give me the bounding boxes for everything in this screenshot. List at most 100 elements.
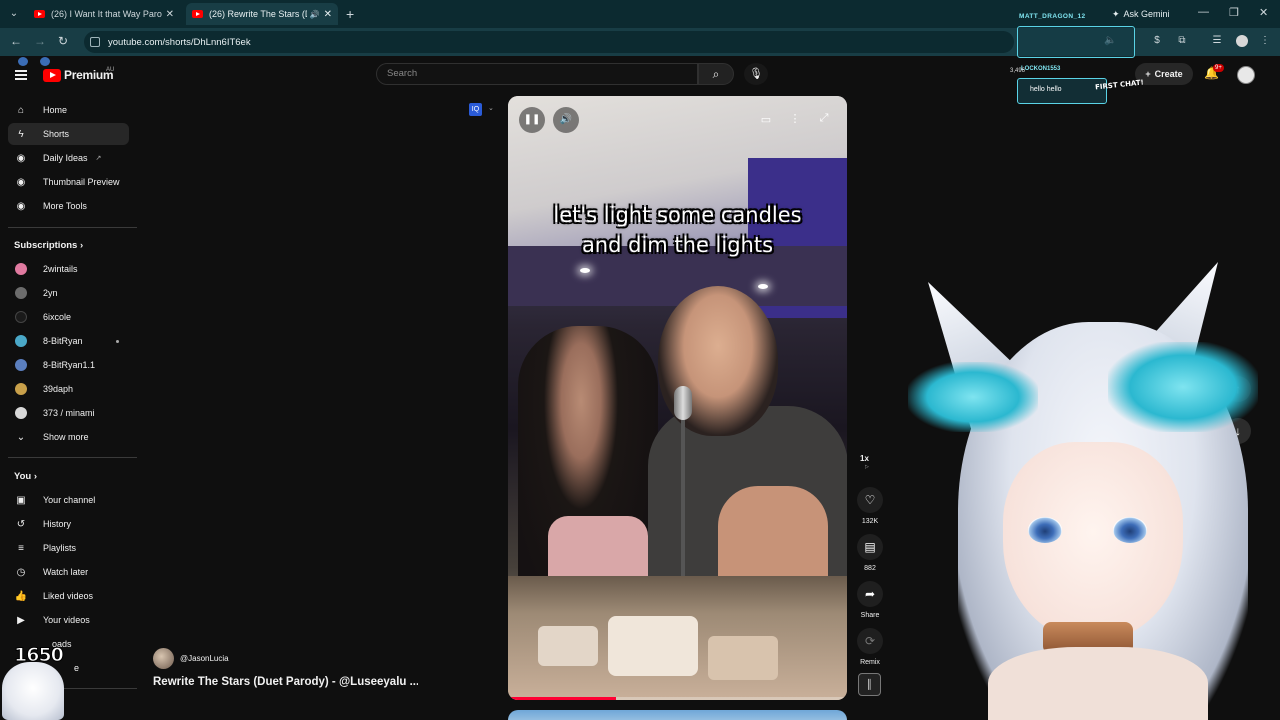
subscription-label: 8-BitRyan [43,336,83,346]
stream-chat-overlay: MATT_DRAGON_12 LOCKON1553 hello hello FI… [1015,8,1145,104]
captions-icon[interactable]: ▭ [758,113,774,126]
you-heading-label: You [14,471,32,482]
more-options-icon[interactable]: ⋮ [787,112,803,125]
chevron-down-icon[interactable]: ⌄ [488,104,494,112]
search-icon: ⌕ [712,67,720,81]
sidebar-item-thumbnail-preview[interactable]: ◉ Thumbnail Preview [8,171,129,193]
extension-icon[interactable]: $ [1151,35,1163,47]
new-tab-button[interactable]: + [346,6,354,22]
tab-audio-icon[interactable]: 🔊 [310,10,320,19]
restore-icon[interactable]: ❐ [1229,6,1239,19]
sidebar-item-playlists[interactable]: ≡ Playlists [8,537,129,559]
share-icon: ➦ [857,581,883,607]
channel-avatar [15,287,27,299]
close-window-icon[interactable]: ✕ [1259,6,1268,19]
subscriptions-heading-label: Subscriptions [14,240,78,251]
tab-search-icon[interactable]: ⌄ [6,6,22,22]
shorts-video-player[interactable]: let's light some candles and dim the lig… [508,96,847,700]
like-button[interactable]: ♡ 132K [855,487,885,525]
forward-icon[interactable]: → [34,34,46,48]
search-input[interactable]: Search [376,63,698,85]
subscription-item[interactable]: 2wintails [8,258,129,280]
browser-tab-active[interactable]: (26) Rewrite The Stars (Duet 🔊 ✕ [186,3,338,25]
subscriptions-heading[interactable]: Subscriptions › [14,240,83,251]
subscription-item[interactable]: 8-BitRyan1.1 [8,354,129,376]
site-info-icon[interactable] [90,37,100,47]
subscription-item[interactable]: 2yn [8,282,129,304]
audio-wave-icon: ║ [866,679,873,689]
sidebar-item-shorts[interactable]: ϟ Shorts [8,123,129,145]
minimize-icon[interactable]: — [1198,6,1209,18]
close-tab-icon[interactable]: ✕ [324,9,332,20]
sidebar-item-home[interactable]: ⌂ Home [8,99,129,121]
subscription-item[interactable]: 8-BitRyan [8,330,129,352]
chat-username: MATT_DRAGON_12 [1019,13,1086,20]
sidebar-item-label: Daily Ideas [43,153,88,163]
shorts-icon: ϟ [18,128,24,140]
video-progress-bar[interactable] [508,697,847,700]
reload-icon[interactable]: ↻ [58,34,68,48]
stream-counter: 1650 [14,644,65,667]
channel-avatar[interactable] [153,648,174,669]
subscription-label: 2wintails [43,264,78,274]
stream-counter-sticker: 1650 [0,640,80,720]
profile-avatar[interactable] [1236,35,1248,47]
subscription-item[interactable]: 39daph [8,378,129,400]
sound-button[interactable]: ║ [858,673,881,696]
sidebar-item-daily-ideas[interactable]: ◉ Daily Ideas ↗ [8,147,129,169]
playback-speed[interactable]: 1x [860,454,869,463]
sidebar-item-label: More Tools [43,201,87,211]
sidebar-item-watch-later[interactable]: ◷ Watch later [8,561,129,583]
you-heading[interactable]: You › [14,471,37,482]
youtube-favicon-icon [192,10,203,18]
back-icon[interactable]: ← [10,34,22,48]
subscription-item[interactable]: 6ixcole [8,306,129,328]
search-button[interactable]: ⌕ [698,63,734,85]
sidebar-item-history[interactable]: ↺ History [8,513,129,535]
video-frame-light [758,284,768,289]
sticker-character [2,662,64,720]
sidebar-item-more-tools[interactable]: ◉ More Tools [8,195,129,217]
reading-list-icon[interactable]: ☰ [1211,35,1223,47]
sidebar-item-label: Your channel [43,495,96,505]
account-avatar[interactable] [1237,66,1255,84]
video-frame-object [608,616,698,676]
plus-icon: + [1145,69,1151,79]
home-icon: ⌂ [17,104,25,116]
remix-icon: ⟳ [857,628,883,654]
pause-icon: ❚❚ [523,114,541,125]
address-bar[interactable]: youtube.com/shorts/DhLnn6IT6ek [84,31,1014,53]
channel-avatar [15,383,27,395]
vtuber-glow [1108,342,1258,432]
sidebar-item-your-channel[interactable]: ▣ Your channel [8,489,129,511]
pause-button[interactable]: ❚❚ [519,107,545,133]
video-title[interactable]: Rewrite The Stars (Duet Parody) - @Lusee… [153,676,418,688]
channel-handle[interactable]: @JasonLucia [180,654,229,663]
volume-button[interactable]: 🔊 [553,107,579,133]
show-more-button[interactable]: ⌄ Show more [8,426,129,448]
sidebar-item-your-videos[interactable]: ▶ Your videos [8,609,129,631]
browser-menu-icon[interactable]: ⋮ [1259,35,1271,47]
video-frame-object [538,626,598,666]
fullscreen-icon[interactable]: ⤢ [816,112,832,125]
extensions-puzzle-icon[interactable]: ⧉ [1176,35,1188,47]
extension-overlay-icon[interactable]: IQ [469,103,482,116]
subscription-item[interactable]: 373 / minami [8,402,129,424]
next-short-preview[interactable] [508,710,847,720]
voice-search-button[interactable]: 🎙 [744,63,768,85]
channel-avatar [15,311,27,323]
browser-tab[interactable]: (26) I Want It that Way Parody | ✕ [28,3,180,25]
subscription-label: 39daph [43,384,74,394]
app-icon: ◉ [16,152,26,164]
remix-button[interactable]: ⟳ Remix [855,628,885,666]
share-button[interactable]: ➦ Share [855,581,885,619]
youtube-premium-logo[interactable]: Premium [43,68,114,82]
sidebar-item-label: Thumbnail Preview [43,177,120,187]
sidebar-item-label: Your videos [43,615,90,625]
comments-button[interactable]: ▤ 882 [855,534,885,572]
guide-menu-icon[interactable] [15,70,27,80]
speed-indicator-icon: ▷ [865,464,869,470]
close-tab-icon[interactable]: ✕ [166,9,174,20]
sidebar-item-liked-videos[interactable]: 👍 Liked videos [8,585,129,607]
create-label: Create [1154,69,1183,79]
